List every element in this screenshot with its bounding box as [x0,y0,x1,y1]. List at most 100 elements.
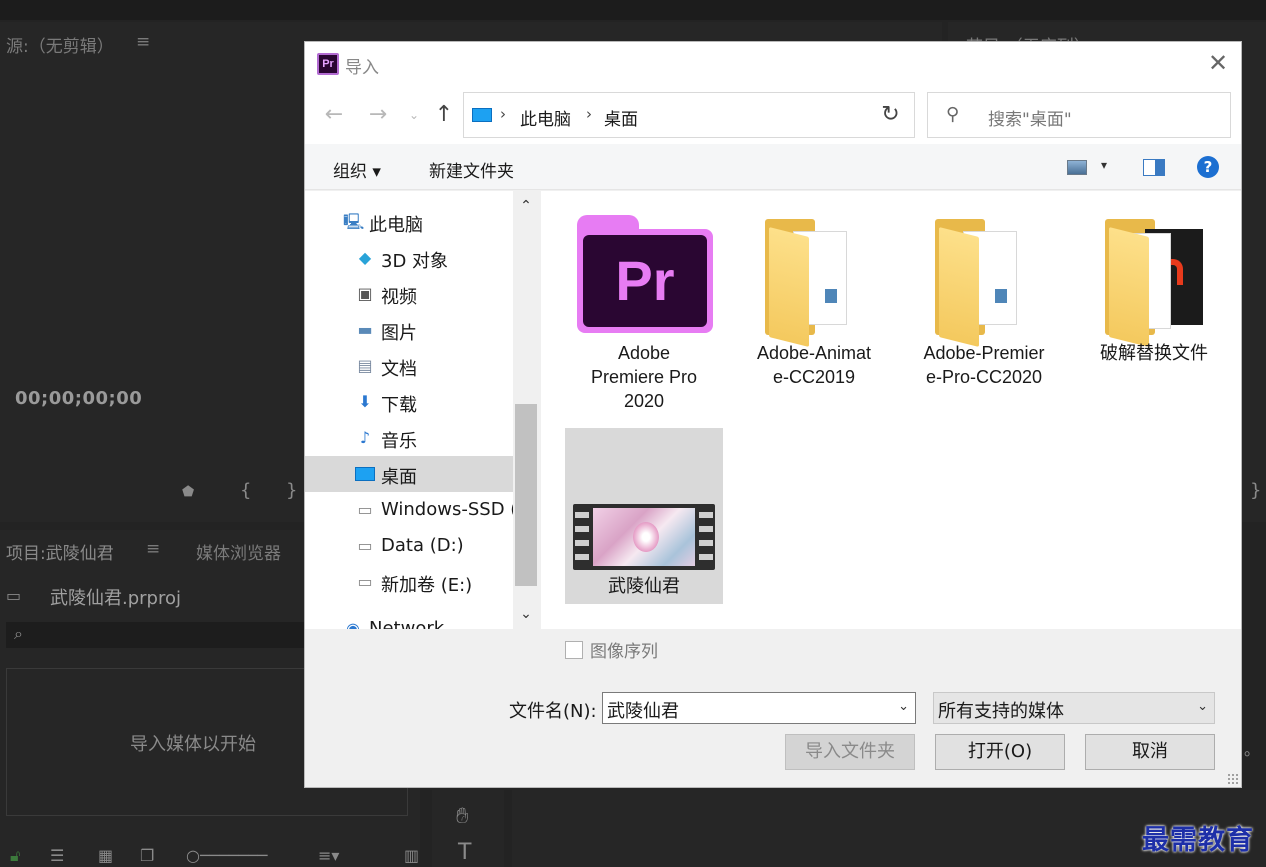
project-file-name: 武陵仙君.prproj [50,588,181,609]
file-label: Adobe-Animat e-CC2019 [756,343,872,387]
type-tool-icon[interactable]: T [458,840,471,865]
search-box[interactable]: ⚲ 搜索"桌面" [927,92,1231,138]
nav-item-pictures[interactable]: ▬ 图片 [305,312,513,348]
timeline-dot: 。 [1244,740,1261,759]
nav-item-label: 新加卷 (E:) [381,575,473,596]
mark-out-icon[interactable]: } [286,480,297,501]
new-folder-button[interactable]: 新建文件夹 [429,157,514,182]
file-list-pane: Pr Adobe Premiere Pro 2020 Adobe-Animat … [541,191,1241,629]
nav-item-3d-objects[interactable]: ◆ 3D 对象 [305,240,513,276]
scroll-thumb[interactable] [515,404,537,586]
media-browser-tab[interactable]: 媒体浏览器 [196,539,281,564]
nav-item-data-d[interactable]: ▭ Data (D:) [305,528,513,564]
mark-in-icon[interactable]: { [240,480,251,501]
drive-icon: ▭ [357,572,373,591]
source-timecode[interactable]: 00;00;00;00 [15,388,142,409]
navigation-pane: 🖳︎ 此电脑 ◆ 3D 对象 ▣ 视频 ▬ 图片 ▤ 文档 ⬇ 下载 ♪ 音乐 [305,191,539,629]
add-marker-icon[interactable]: ⬟ [182,484,194,500]
project-folder-icon: ▭ [6,586,22,605]
nav-item-network[interactable]: ◉ Network [305,611,513,629]
refresh-button[interactable]: ↻ [867,92,915,138]
nav-item-label: 下载 [381,395,417,416]
breadcrumb-this-pc[interactable]: 此电脑 [520,105,571,130]
view-dropdown-icon[interactable]: ▾ [1101,158,1107,172]
import-folder-button[interactable]: 导入文件夹 [785,734,915,770]
change-view-icon[interactable] [1067,160,1087,175]
sort-icon[interactable]: ≡▾ [318,846,339,865]
chevron-right-icon[interactable]: › [586,105,592,123]
file-item-premiere-pro[interactable]: Pr Adobe Premiere Pro 2020 [565,209,723,411]
nav-item-videos[interactable]: ▣ 视频 [305,276,513,312]
project-search-icon: ⌕ [14,624,23,643]
folder-icon [1105,219,1205,347]
scroll-down-icon[interactable]: ⌄ [513,601,539,627]
freeform-view-icon[interactable]: ❐ [140,846,154,865]
video-icon: ▣ [357,284,373,303]
scroll-up-icon[interactable]: ⌃ [513,193,539,219]
search-placeholder[interactable]: 搜索"桌面" [988,105,1072,130]
nav-item-new-volume-e[interactable]: ▭ 新加卷 (E:) [305,564,513,600]
search-icon: ⚲ [946,104,960,125]
file-item-animate-folder[interactable]: Adobe-Animat e-CC2019 [735,209,893,409]
navigation-bar: ← → ⌄ ↑ › 此电脑 › 桌面 ⌄ ↻ ⚲ 搜索"桌面" [305,88,1241,144]
dialog-title: 导入 [345,58,379,78]
nav-scrollbar[interactable]: ⌃ ⌄ [513,191,539,629]
nav-item-music[interactable]: ♪ 音乐 [305,420,513,456]
zoom-slider-icon[interactable]: ○─────── [186,846,267,865]
filename-value[interactable]: 武陵仙君 [607,697,679,723]
nav-item-downloads[interactable]: ⬇ 下载 [305,384,513,420]
cancel-button[interactable]: 取消 [1085,734,1215,770]
list-view-icon[interactable]: ☰ [50,846,64,865]
file-label: 武陵仙君 [608,576,680,596]
computer-icon: 🖳︎ [343,212,365,231]
file-type-value: 所有支持的媒体 [938,701,1064,722]
download-icon: ⬇ [358,392,372,411]
file-label: Adobe-Premier e-Pro-CC2020 [923,343,1045,387]
organize-menu[interactable]: 组织 ▾ [333,157,381,182]
panel-menu-icon[interactable]: ≡ [136,32,150,52]
project-tab-menu-icon[interactable]: ≡ [146,539,160,559]
project-tab[interactable]: 项目:武陵仙君 [6,539,114,564]
filename-input[interactable]: 武陵仙君 ⌄ [602,692,916,724]
open-button[interactable]: 打开(O) [935,734,1065,770]
file-type-filter[interactable]: 所有支持的媒体 ⌄ [933,692,1215,724]
program-mark-out-icon[interactable]: } [1250,480,1261,501]
recent-locations-dropdown-icon[interactable]: ⌄ [401,102,427,128]
address-pc-icon [472,108,492,122]
close-button[interactable]: ✕ [1205,51,1231,77]
file-item-premiere-folder[interactable]: Adobe-Premier e-Pro-CC2020 [905,209,1063,409]
drive-icon: ▭ [357,500,373,519]
up-arrow-icon[interactable]: ↑ [431,102,457,128]
nav-item-this-pc[interactable]: 🖳︎ 此电脑 [305,204,513,240]
back-arrow-icon[interactable]: ← [321,102,347,128]
chevron-right-icon[interactable]: › [500,105,506,123]
nav-item-label: Data (D:) [381,535,464,556]
preview-pane-icon[interactable] [1143,159,1165,176]
image-sequence-checkbox[interactable] [565,641,583,659]
folder-icon [935,219,1031,347]
file-item-replace-files-folder[interactable]: 破解替换文件 [1075,209,1233,409]
help-icon[interactable]: ? [1197,156,1219,178]
nav-item-documents[interactable]: ▤ 文档 [305,348,513,384]
icon-view-icon[interactable]: ▦ [98,846,113,865]
lock-icon[interactable]: 🔓︎ [10,846,20,866]
forward-arrow-icon[interactable]: → [365,102,391,128]
nav-item-label: 视频 [381,287,417,308]
resize-grip-icon[interactable] [1227,773,1239,785]
hand-tool-icon[interactable]: ✋︎ [456,804,469,829]
address-bar[interactable]: › 此电脑 › 桌面 ⌄ [463,92,915,138]
nav-item-windows-ssd[interactable]: ▭ Windows-SSD ( [305,492,517,528]
nav-item-desktop[interactable]: 桌面 [305,456,513,492]
folder-icon [765,219,861,347]
nav-item-label: 此电脑 [369,215,423,236]
drop-hint-text: 导入媒体以开始 [130,734,256,755]
source-panel-title[interactable]: 源:（无剪辑） [6,32,114,57]
nav-item-label: 桌面 [381,467,417,488]
dialog-titlebar: Pr 导入 ✕ [305,42,1241,88]
chevron-down-icon[interactable]: ⌄ [898,699,909,714]
network-icon: ◉ [346,619,360,630]
automate-icon[interactable]: ▥ [404,846,419,865]
breadcrumb-desktop[interactable]: 桌面 [604,105,638,130]
file-item-video[interactable]: 武陵仙君 [565,428,723,604]
chevron-down-icon[interactable]: ⌄ [1197,699,1208,714]
